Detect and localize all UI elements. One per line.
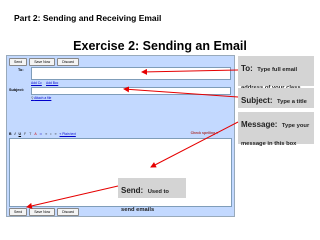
send-arrow — [26, 185, 119, 209]
subject-arrow — [123, 86, 239, 98]
to-arrow — [141, 68, 239, 75]
message-arrow — [150, 121, 239, 168]
callout-arrows — [26, 68, 239, 209]
